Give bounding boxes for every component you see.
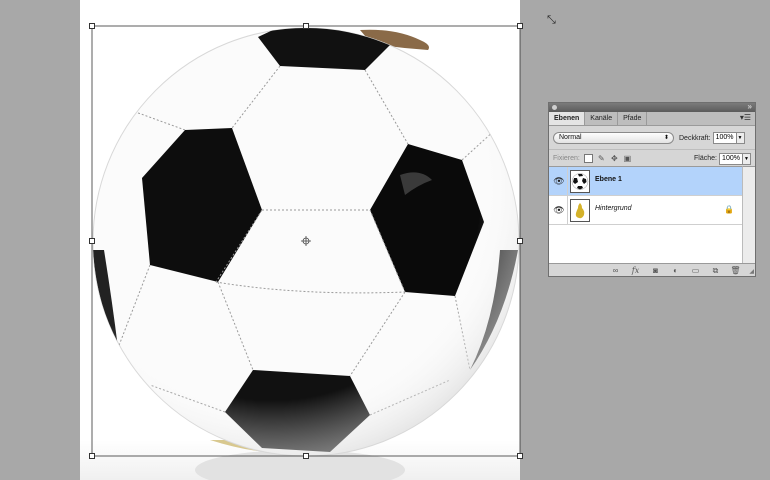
layer-row-hintergrund[interactable]: 👁 Hintergrund 🔒 — [549, 196, 743, 225]
adjustment-icon[interactable]: ◐ — [670, 266, 681, 275]
transform-handle-right[interactable] — [517, 238, 523, 244]
opacity-dropdown-icon[interactable]: ▼ — [736, 132, 745, 144]
transform-handle-bottom[interactable] — [303, 453, 309, 459]
transform-handle-top[interactable] — [303, 23, 309, 29]
opacity-label: Deckkraft: — [679, 134, 711, 142]
layer-name[interactable]: Hintergrund — [595, 205, 632, 212]
visibility-eye-icon[interactable]: 👁 — [553, 204, 565, 216]
lock-transparency-icon[interactable] — [583, 154, 593, 163]
folder-icon[interactable]: ▭ — [690, 266, 701, 275]
lock-all-icon[interactable]: ▣ — [623, 154, 632, 163]
new-layer-icon[interactable]: ⧉ — [710, 266, 721, 275]
opacity-input[interactable]: 100% — [712, 132, 737, 144]
fill-dropdown-icon[interactable]: ▼ — [743, 152, 751, 165]
layer-lock-icon: 🔒 — [724, 205, 734, 214]
lock-brush-icon[interactable]: ✎ — [597, 154, 606, 163]
transform-handle-top-left[interactable] — [89, 23, 95, 29]
visibility-eye-icon[interactable]: 👁 — [553, 175, 565, 187]
panel-collapse-icon[interactable]: » — [748, 102, 752, 111]
resize-grip-icon[interactable]: ◢ — [749, 268, 754, 275]
layer-thumbnail-ball — [570, 170, 590, 193]
select-arrows-icon: ⬍ — [663, 135, 669, 141]
panel-titlebar[interactable]: » — [549, 102, 755, 112]
tab-paths[interactable]: Pfade — [618, 112, 648, 125]
tab-channels[interactable]: Kanäle — [585, 112, 619, 125]
layers-list: 👁 Ebene 1 👁 Hintergrund 🔒 — [549, 166, 743, 263]
lock-label: Fixieren: — [553, 155, 580, 162]
lock-fill-row: Fixieren: ✎ ✥ ▣ Fläche: 100% ▼ — [549, 149, 755, 167]
mask-icon[interactable]: ◙ — [650, 266, 661, 275]
blend-mode-value: Normal — [559, 134, 582, 141]
fill-input[interactable]: 100% — [719, 152, 743, 165]
layers-scrollbar[interactable] — [742, 166, 755, 263]
tab-layers[interactable]: Ebenen — [549, 112, 586, 125]
transform-handle-top-right[interactable] — [517, 23, 523, 29]
transform-handle-left[interactable] — [89, 238, 95, 244]
transform-handle-bottom-right[interactable] — [517, 453, 523, 459]
blend-opacity-row: Normal ⬍ Deckkraft: 100% ▼ — [549, 128, 755, 148]
link-icon[interactable]: ∞ — [610, 266, 621, 275]
layers-panel: » Ebenen Kanäle Pfade ▾☰ Normal ⬍ Deckkr… — [548, 102, 756, 277]
rotate-cursor-icon: ⤡ — [547, 14, 556, 26]
blend-mode-select[interactable]: Normal ⬍ — [553, 132, 674, 144]
panel-close-icon[interactable] — [552, 105, 557, 110]
lock-move-icon[interactable]: ✥ — [610, 154, 619, 163]
fill-label: Fläche: — [694, 155, 717, 162]
trash-icon[interactable]: 🗑 — [730, 266, 741, 275]
layer-row-ebene-1[interactable]: 👁 Ebene 1 — [549, 167, 743, 196]
panel-tabs: Ebenen Kanäle Pfade ▾☰ — [549, 112, 755, 126]
fx-icon[interactable]: fx — [630, 266, 641, 275]
panel-footer: ∞ fx ◙ ◐ ▭ ⧉ 🗑 ◢ — [549, 263, 755, 276]
layer-name[interactable]: Ebene 1 — [595, 176, 622, 183]
transform-handle-bottom-left[interactable] — [89, 453, 95, 459]
panel-menu-icon[interactable]: ▾☰ — [740, 113, 751, 122]
layer-thumbnail-pear — [570, 199, 590, 222]
